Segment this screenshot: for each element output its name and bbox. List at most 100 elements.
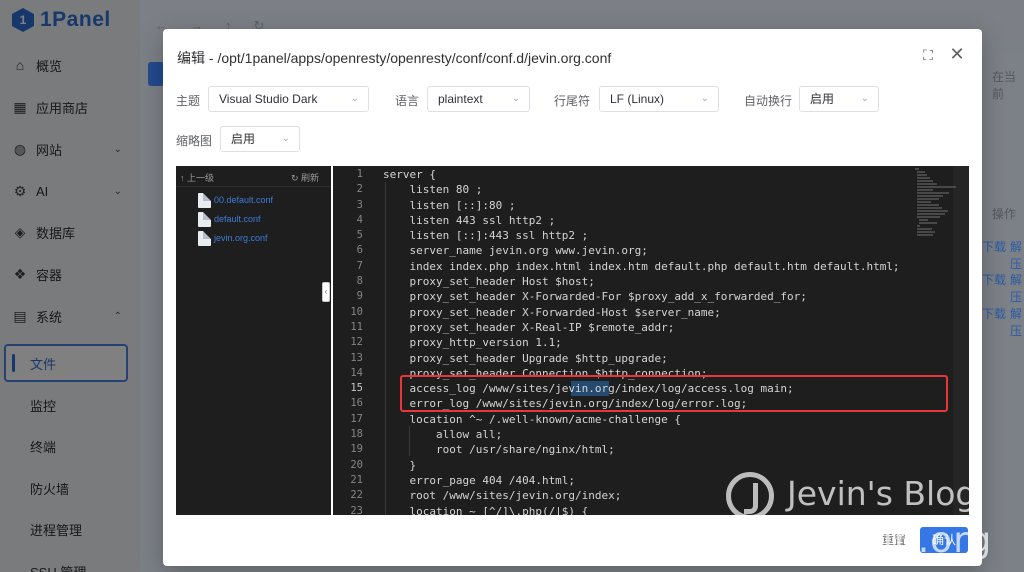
parent-dir-label: 上一级 — [187, 173, 215, 183]
code-line[interactable]: 5 listen [::]:443 ssl http2 ; — [333, 228, 969, 243]
minimap-select[interactable]: 启用 ⌄ — [220, 126, 300, 152]
minimap-line — [917, 171, 925, 173]
code-line[interactable]: 12 proxy_http_version 1.1; — [333, 335, 969, 350]
watermark-logo — [726, 472, 774, 520]
grid-icon: ▦ — [13, 98, 27, 115]
language-value: plaintext — [438, 92, 483, 106]
sidebar-item-website[interactable]: ◍ 网站 ⌄ — [0, 129, 140, 169]
minimap-line — [917, 231, 935, 233]
sidebar-item-overview[interactable]: ⌂ 概览 — [0, 45, 140, 85]
tree-refresh-button[interactable]: ↻ 刷新 — [291, 171, 319, 184]
minimap-line — [917, 213, 945, 215]
line-number: 17 — [350, 412, 363, 425]
minimap-line — [919, 219, 928, 221]
sidebar-subitem-files[interactable]: 文件 — [4, 344, 128, 382]
row-extract-link[interactable]: 解压 — [1010, 271, 1024, 305]
close-icon[interactable]: ✕ — [948, 45, 966, 63]
eol-select[interactable]: LF (Linux) ⌄ — [599, 86, 719, 112]
code-text: location ^~ /.well-known/acme-challenge … — [383, 412, 682, 426]
tree-refresh-label: 刷新 — [300, 173, 319, 183]
code-line[interactable]: 6 server_name jevin.org www.jevin.org; — [333, 243, 969, 258]
code-line[interactable]: 1 server { — [333, 167, 969, 182]
line-number: 1 — [356, 168, 363, 180]
file-name: 00.default.conf — [214, 195, 274, 205]
code-line[interactable]: 17 location ^~ /.well-known/acme-challen… — [333, 412, 969, 427]
eol-label: 行尾符 — [554, 94, 591, 108]
line-number: 5 — [356, 229, 363, 242]
parent-dir-button[interactable]: ↑ 上一级 — [180, 171, 214, 184]
line-number: 14 — [350, 366, 363, 379]
sidebar-item-ai[interactable]: ⚙ AI ⌄ — [0, 171, 140, 211]
line-number: 8 — [356, 275, 363, 288]
minimap-line — [917, 198, 939, 200]
code-text: allow all; — [383, 428, 503, 442]
refresh-icon: ↻ — [290, 173, 301, 183]
watermark-url: www.jevin.org — [726, 520, 993, 561]
line-number: 7 — [356, 259, 363, 272]
line-number: 13 — [350, 351, 363, 364]
code-lines: 1 server {2 listen 80 ; 3 listen [::]:80 ;… — [333, 167, 969, 515]
line-number: 9 — [356, 290, 363, 303]
column-header-actions: 操作 — [992, 207, 1017, 221]
minimap-line — [917, 183, 937, 185]
code-line[interactable]: 9 proxy_set_header X-Forwarded-For $prox… — [333, 289, 969, 304]
sidebar-item-system[interactable]: ▤ 系统 ⌃ — [0, 296, 140, 336]
search-placeholder[interactable]: 在当前 — [992, 68, 1024, 102]
code-line[interactable]: 4 listen 443 ssl http2 ; — [333, 213, 969, 228]
sidebar-subitem-monitor[interactable]: 监控 — [0, 386, 140, 424]
code-line[interactable]: 20 } — [333, 458, 969, 473]
sidebar-item-appstore[interactable]: ▦ 应用商店 — [0, 87, 140, 127]
tree-file-item[interactable]: 00.default.conf — [198, 191, 273, 209]
code-text: server { — [383, 168, 436, 181]
code-line[interactable]: 3 listen [::]:80 ; — [333, 198, 969, 213]
code-line[interactable]: 10 proxy_set_header X-Forwarded-Host $se… — [333, 305, 969, 320]
sidebar-subitem-terminal[interactable]: 终端 — [0, 427, 140, 465]
code-text: listen [::]:443 ssl http2 ; — [383, 229, 589, 243]
tree-file-item[interactable]: default.conf — [198, 210, 261, 228]
row-extract-link[interactable]: 解压 — [1010, 238, 1024, 272]
line-number: 16 — [350, 397, 363, 410]
create-button[interactable] — [148, 62, 164, 86]
theme-select[interactable]: Visual Studio Dark ⌄ — [208, 86, 369, 112]
sidebar-item-database[interactable]: ◈ 数据库 — [0, 212, 140, 252]
code-line[interactable]: 13 proxy_set_header Upgrade $http_upgrad… — [333, 351, 969, 366]
language-select[interactable]: plaintext ⌄ — [427, 86, 530, 112]
sidebar-subitem-firewall[interactable]: 防火墙 — [0, 469, 140, 507]
minimap-line — [917, 204, 939, 206]
code-line[interactable]: 18 allow all; — [333, 427, 969, 442]
code-text: listen 443 ssl http2 ; — [383, 213, 556, 227]
sidebar-subitem-process[interactable]: 进程管理 — [0, 510, 140, 548]
row-download-link[interactable]: 下载 — [982, 271, 1006, 288]
code-text: proxy_set_header X-Forwarded-For $proxy_… — [383, 290, 807, 304]
sidebar-subitem-ssh[interactable]: SSH 管理 — [0, 552, 140, 572]
file-icon — [198, 192, 211, 208]
database-icon: ◈ — [14, 223, 26, 240]
sidebar-subitem-label: 终端 — [30, 439, 57, 455]
code-line[interactable]: 7 index index.php index.html index.htm d… — [333, 259, 969, 274]
collapse-tree-button[interactable]: ‹ — [322, 282, 330, 302]
code-line[interactable]: 11 proxy_set_header X-Real-IP $remote_ad… — [333, 320, 969, 335]
minimap-line — [917, 174, 927, 176]
row-download-link[interactable]: 下载 — [982, 305, 1006, 322]
sidebar-item-label: 数据库 — [36, 225, 76, 241]
line-number: 10 — [350, 305, 363, 318]
code-editor[interactable]: 1 server {2 listen 80 ; 3 listen [::]:80 ;… — [333, 166, 969, 515]
row-download-link[interactable]: 下载 — [982, 238, 1006, 255]
wrap-select[interactable]: 启用 ⌄ — [799, 86, 879, 112]
sidebar-item-container[interactable]: ❖ 容器 — [0, 254, 140, 294]
dialog-title: 编辑 - /opt/1panel/apps/openresty/openrest… — [177, 50, 612, 66]
line-number: 18 — [350, 428, 363, 441]
file-icon — [198, 211, 211, 227]
minimap-line — [917, 210, 948, 212]
minimap-line — [917, 186, 956, 188]
code-line[interactable]: 19 root /usr/share/nginx/html; — [333, 442, 969, 457]
code-line[interactable]: 2 listen 80 ; — [333, 182, 969, 197]
globe-icon: ◍ — [13, 140, 27, 157]
row-extract-link[interactable]: 解压 — [1010, 305, 1024, 339]
editor-minimap[interactable] — [915, 168, 957, 236]
sidebar-item-label: 应用商店 — [36, 100, 89, 116]
tree-file-item[interactable]: jevin.org.conf — [198, 229, 268, 247]
app-logo[interactable]: 1 1Panel — [12, 6, 111, 34]
maximize-icon[interactable]: ⛶ — [920, 47, 936, 63]
code-line[interactable]: 8 proxy_set_header Host $host; — [333, 274, 969, 289]
